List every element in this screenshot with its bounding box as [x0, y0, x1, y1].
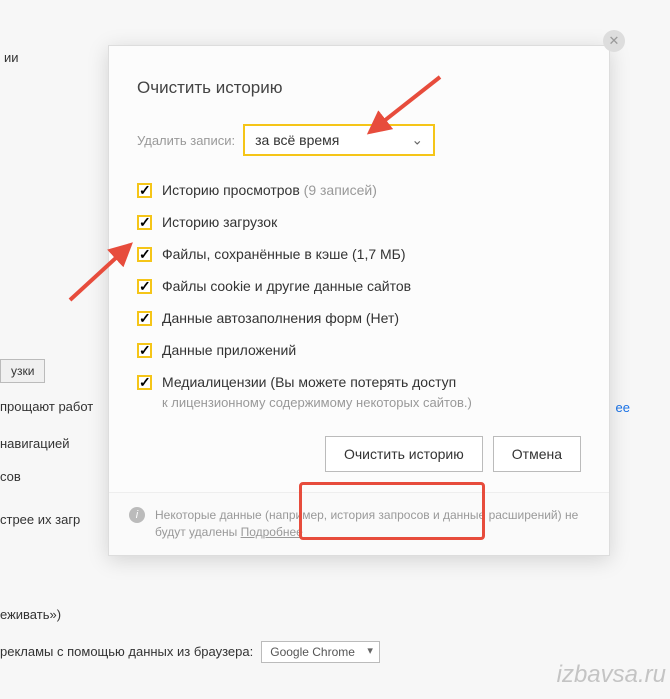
- watermark: izbavsa.ru: [557, 661, 666, 689]
- info-icon: i: [129, 507, 145, 523]
- dialog-title: Очистить историю: [137, 78, 581, 98]
- period-label: Удалить записи:: [137, 133, 235, 148]
- dialog-actions: Очистить историю Отмена: [137, 436, 581, 472]
- period-select[interactable]: за всё время ⌄: [243, 124, 435, 156]
- checkbox[interactable]: [137, 279, 152, 294]
- bg-fragment: рекламы с помощью данных из браузера:: [0, 644, 253, 659]
- period-value: за всё время: [255, 132, 339, 148]
- footer-text: Некоторые данные (например, история запр…: [155, 507, 589, 541]
- checkbox-label: Данные приложений: [162, 342, 296, 358]
- bg-link-more[interactable]: ее: [616, 400, 630, 415]
- checkbox-row-history: Историю просмотров (9 записей): [137, 182, 581, 198]
- bg-browser-select[interactable]: Google Chrome: [261, 641, 380, 663]
- close-icon[interactable]: ✕: [603, 30, 625, 52]
- checkbox[interactable]: [137, 311, 152, 326]
- checkbox[interactable]: [137, 183, 152, 198]
- clear-history-dialog: ✕ Очистить историю Удалить записи: за вс…: [108, 45, 610, 556]
- checkbox[interactable]: [137, 343, 152, 358]
- cancel-button[interactable]: Отмена: [493, 436, 581, 472]
- checkbox-label: Данные автозаполнения форм (Нет): [162, 310, 399, 326]
- checkbox[interactable]: [137, 247, 152, 262]
- checkbox-row-cookies: Файлы cookie и другие данные сайтов: [137, 278, 581, 294]
- checkbox[interactable]: [137, 375, 152, 390]
- dialog-footer: i Некоторые данные (например, история за…: [109, 492, 609, 555]
- checkbox[interactable]: [137, 215, 152, 230]
- media-license-note: к лицензионному содержимому некоторых са…: [162, 394, 581, 412]
- checkbox-row-autofill: Данные автозаполнения форм (Нет): [137, 310, 581, 326]
- bg-downloads-button[interactable]: узки: [0, 359, 45, 383]
- bg-fragment: еживать»): [0, 607, 670, 622]
- checkbox-label: Файлы cookie и другие данные сайтов: [162, 278, 411, 294]
- checkbox-label: Историю просмотров (9 записей): [162, 182, 377, 198]
- checkbox-label: Файлы, сохранённые в кэше (1,7 МБ): [162, 246, 406, 262]
- checkbox-row-cache: Файлы, сохранённые в кэше (1,7 МБ): [137, 246, 581, 262]
- checkbox-row-media: Медиалицензии (Вы можете потерять доступ: [137, 374, 581, 390]
- checkbox-list: Историю просмотров (9 записей) Историю з…: [137, 182, 581, 412]
- chevron-down-icon: ⌄: [411, 132, 423, 149]
- footer-more-link[interactable]: Подробнее: [241, 525, 303, 539]
- checkbox-label: Медиалицензии (Вы можете потерять доступ: [162, 374, 456, 390]
- clear-history-button[interactable]: Очистить историю: [325, 436, 483, 472]
- checkbox-label: Историю загрузок: [162, 214, 277, 230]
- period-row: Удалить записи: за всё время ⌄: [137, 124, 581, 156]
- checkbox-row-downloads: Историю загрузок: [137, 214, 581, 230]
- checkbox-row-appdata: Данные приложений: [137, 342, 581, 358]
